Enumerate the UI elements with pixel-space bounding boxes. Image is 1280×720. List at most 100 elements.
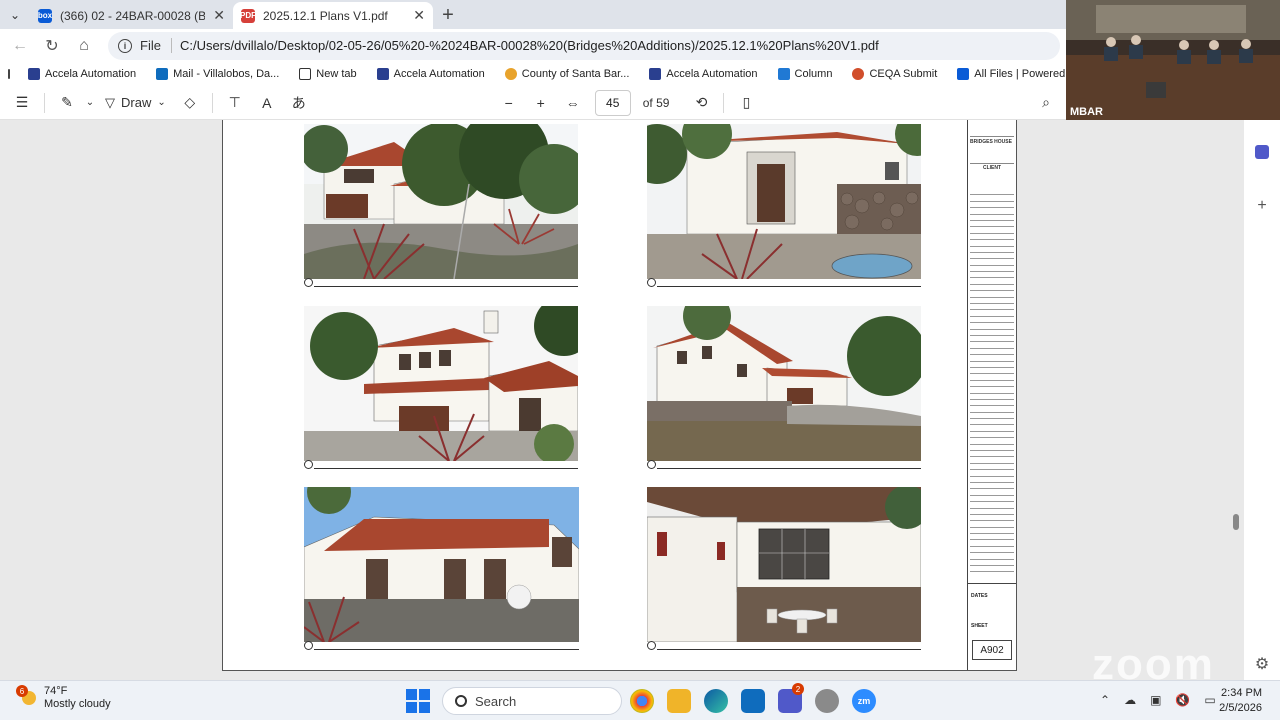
rotate-icon[interactable]: ⟲ (685, 88, 717, 118)
clock[interactable]: 2:34 PM 2/5/2026 (1219, 686, 1262, 716)
bookmark-column[interactable]: Column (770, 63, 841, 85)
caption-rule (657, 649, 921, 650)
draw-button[interactable]: ▽ Draw ⌄ (97, 88, 174, 118)
bookmark-accela-1[interactable]: Accela Automation (20, 63, 144, 85)
search-icon[interactable]: ⌕ (1030, 88, 1062, 118)
tab-search-chevron-icon[interactable]: ⌄ (0, 0, 30, 29)
caption-rule (314, 286, 578, 287)
tab-box-meeting[interactable]: box (366) 02 - 24BAR-00028 (Bridges ✕ (30, 2, 233, 29)
network-icon[interactable]: ▣ (1150, 693, 1161, 707)
outlook-icon[interactable] (741, 689, 765, 713)
home-button[interactable]: ⌂ (70, 32, 98, 60)
sheet-index (970, 189, 1014, 579)
sheet-index-row (970, 566, 1014, 573)
draw-icon: ▽ (105, 94, 115, 110)
weather-widget[interactable]: 6 74°F Mostly cloudy (16, 685, 111, 711)
sheet-title-block: BRIDGES HOUSE CLIENT DATES SHEET A902 (967, 120, 1016, 670)
back-button[interactable]: ← (6, 32, 34, 60)
vertical-scrollbar[interactable] (1230, 120, 1242, 680)
show-hidden-icons-chevron-icon[interactable]: ⌃ (1100, 693, 1110, 707)
teams-sidebar-button[interactable] (1250, 140, 1274, 164)
bookmark-label: County of Santa Bar... (521, 68, 630, 80)
weather-cloudy-icon: 6 (16, 685, 36, 705)
rendering-view-5 (304, 487, 579, 642)
newtab-icon (299, 68, 312, 80)
url-text[interactable]: C:/Users/dvillalo/Desktop/02-05-26/05%20… (180, 38, 879, 53)
app-icon[interactable] (815, 689, 839, 713)
detail-marker-icon (304, 277, 313, 287)
bookmark-ceqa[interactable]: CEQA Submit (844, 63, 945, 85)
close-tab-icon[interactable]: ✕ (213, 7, 225, 24)
zoom-app-icon[interactable]: zm (852, 689, 876, 713)
weather-temp: 74°F (44, 685, 68, 697)
search-icon (455, 695, 467, 707)
scrollbar-thumb[interactable] (1233, 514, 1239, 530)
rendering-view-4 (647, 306, 921, 461)
zoom-in-button[interactable]: + (525, 88, 557, 118)
bookmark-accela-2[interactable]: Accela Automation (369, 63, 493, 85)
file-explorer-icon[interactable] (667, 689, 691, 713)
bookmark-label: Mail - Villalobos, Da... (173, 68, 280, 80)
divider (723, 92, 725, 113)
divider (44, 92, 45, 113)
battery-icon[interactable]: ▭ (1204, 693, 1215, 707)
new-tab-button[interactable]: + (433, 2, 463, 29)
onedrive-cloud-icon[interactable]: ☁ (1124, 693, 1136, 707)
tab-title: (366) 02 - 24BAR-00028 (Bridges (60, 8, 206, 23)
box-icon: box (38, 8, 52, 23)
bookmark-accela-3[interactable]: Accela Automation (641, 63, 765, 85)
page-view-icon[interactable]: ▯ (730, 88, 762, 118)
taskbar-search[interactable]: Search (442, 687, 622, 715)
accela-icon (376, 68, 389, 80)
detail-marker-icon (647, 640, 656, 650)
bookmark-label: CEQA Submit (869, 68, 938, 80)
sheet-number: A902 (972, 640, 1012, 660)
bookmark-mail[interactable]: Mail - Villalobos, Da... (148, 63, 287, 85)
add-sidebar-app-button[interactable]: + (1250, 194, 1274, 218)
tab-title: 2025.12.1 Plans V1.pdf (263, 8, 388, 23)
volume-muted-icon[interactable]: 🔇 (1175, 693, 1190, 707)
teams-badge: 2 (792, 683, 804, 695)
bookmark-label: Accela Automation (393, 68, 485, 80)
accela-icon (28, 68, 40, 80)
highlight-icon[interactable]: ✎ (51, 88, 83, 118)
chrome-icon[interactable] (630, 689, 654, 713)
eraser-icon[interactable]: ◇ (174, 88, 206, 118)
reading-list-icon[interactable] (8, 69, 10, 79)
teams-icon[interactable]: 2 (778, 683, 804, 713)
rendering-view-1 (304, 124, 578, 279)
text-box-icon[interactable]: ⊤ (219, 88, 251, 118)
zoom-out-button[interactable]: − (493, 88, 525, 118)
edge-icon[interactable] (704, 689, 728, 713)
bookmark-new-tab[interactable]: New tab (291, 63, 364, 85)
caption-rule (657, 286, 921, 287)
bookmark-label: Column (794, 68, 833, 80)
sheet-info: DATES SHEET A902 (968, 583, 1016, 670)
chevron-down-icon[interactable]: ⌄ (83, 88, 97, 118)
draw-label: Draw (121, 95, 152, 110)
windows-start-icon[interactable] (406, 689, 430, 713)
pdf-viewport[interactable]: BRIDGES HOUSE CLIENT DATES SHEET A902 (0, 120, 1244, 680)
rendering-view-3 (304, 306, 578, 461)
sidebar-settings-gear-icon[interactable]: ⚙ (1250, 652, 1274, 676)
read-aloud-icon[interactable]: A (251, 88, 283, 118)
bookmark-county[interactable]: County of Santa Bar... (497, 63, 638, 85)
translate-icon[interactable]: あ (283, 88, 315, 118)
tab-pdf-plans[interactable]: PDF 2025.12.1 Plans V1.pdf ✕ (233, 2, 433, 29)
box-icon (957, 68, 970, 80)
zoom-participant-video[interactable]: MBAR (1066, 0, 1280, 120)
reload-button[interactable]: ↻ (38, 32, 66, 60)
title-block-header: BRIDGES HOUSE CLIENT (968, 120, 1016, 173)
page-number-input[interactable]: 45 (594, 89, 631, 116)
detail-marker-icon (304, 459, 313, 469)
project-name: BRIDGES HOUSE (970, 139, 1012, 145)
url-scheme-label: File (140, 38, 172, 53)
weather-desc: Mostly cloudy (44, 698, 111, 710)
fit-page-icon[interactable]: ⇔ (557, 88, 589, 118)
close-tab-icon[interactable]: ✕ (413, 7, 425, 24)
page-total-label: of 59 (642, 95, 670, 110)
omnibox[interactable]: i File C:/Users/dvillalo/Desktop/02-05-2… (108, 31, 1060, 60)
info-icon[interactable]: i (118, 38, 132, 53)
contents-icon[interactable]: ☰ (6, 88, 38, 118)
column-icon (777, 68, 790, 80)
